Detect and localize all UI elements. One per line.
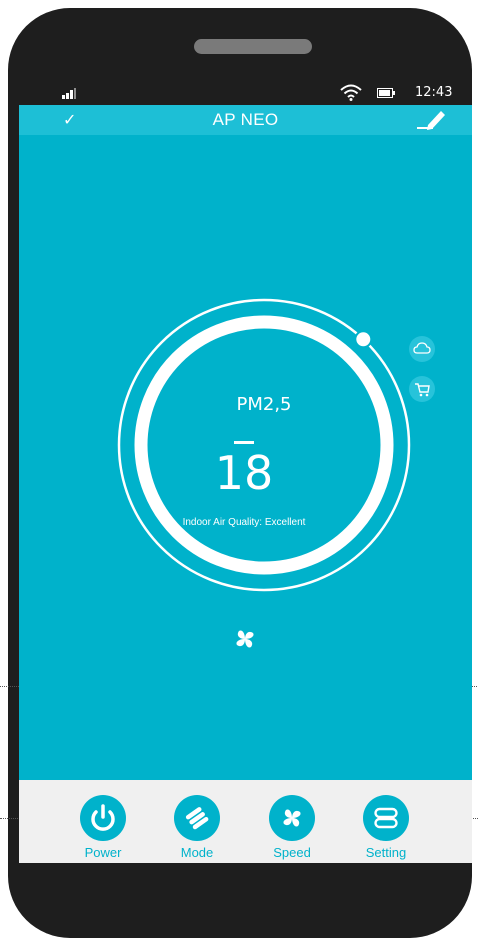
tab-mode[interactable]: Mode — [157, 795, 237, 861]
tab-label: Speed — [273, 845, 311, 860]
mode-button[interactable] — [174, 795, 220, 841]
pm25-value: 18 — [214, 446, 274, 500]
status-bar: 12:43 — [19, 81, 472, 105]
status-time: 12:43 — [415, 85, 453, 100]
cloud-button[interactable] — [409, 336, 435, 362]
fan-icon — [283, 809, 301, 827]
metric-label: PM2,5 — [236, 394, 292, 415]
page-title: AP NEO — [212, 110, 279, 129]
speaker-grille — [194, 39, 312, 54]
mode-icon — [185, 807, 209, 830]
air-quality-text: Indoor Air Quality: Excellent — [182, 517, 306, 528]
tab-label: Power — [84, 845, 122, 860]
wifi-icon — [340, 84, 362, 101]
battery-icon — [377, 88, 395, 98]
tab-speed[interactable]: Speed — [252, 795, 332, 861]
fan-icon — [236, 630, 254, 648]
tab-label: Mode — [180, 845, 214, 860]
power-button[interactable] — [80, 795, 126, 841]
speed-button[interactable] — [269, 795, 315, 841]
setting-button[interactable] — [363, 795, 409, 841]
value-dash — [234, 441, 254, 444]
tab-label: Setting — [365, 845, 407, 860]
tab-power[interactable]: Power — [63, 795, 143, 861]
app-bar: ✓ AP NEO — [19, 105, 472, 135]
gauge-indicator — [354, 330, 373, 349]
cloud-icon — [413, 342, 431, 354]
signal-icon — [62, 88, 76, 99]
pm25-gauge — [117, 298, 411, 592]
power-icon — [91, 804, 115, 831]
edit-icon[interactable] — [417, 107, 447, 133]
bottom-tab-bar: Power Mode Speed Setting — [19, 780, 472, 863]
cart-icon — [415, 383, 430, 397]
tab-setting[interactable]: Setting — [346, 795, 426, 861]
setting-icon — [374, 807, 398, 829]
app-screen: 12:43 ✓ AP NEO PM2,5 18 Indoor Air Quali… — [19, 81, 472, 863]
cart-button[interactable] — [409, 376, 435, 402]
